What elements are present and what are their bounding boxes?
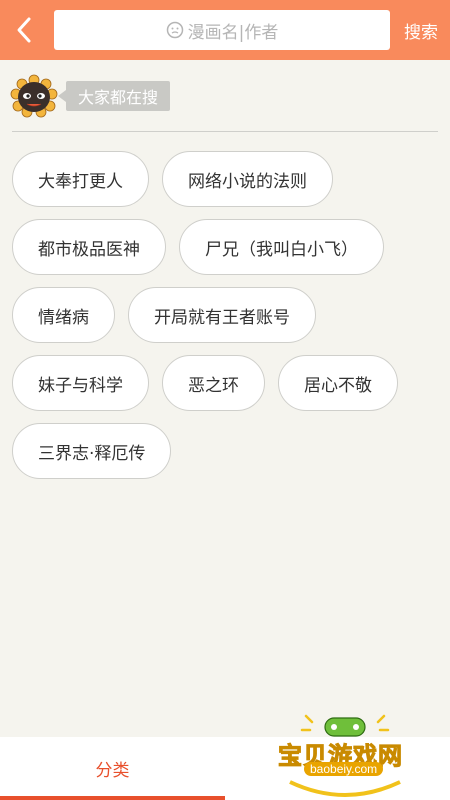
back-arrow-icon [17, 17, 31, 43]
hot-tags-list: 大奉打更人 网络小说的法则 都市极品医神 尸兄（我叫白小飞） 情绪病 开局就有王… [12, 151, 438, 479]
divider [12, 131, 438, 132]
hot-tag[interactable]: 都市极品医神 [12, 219, 166, 275]
hot-tag[interactable]: 开局就有王者账号 [128, 287, 316, 343]
hot-tag[interactable]: 大奉打更人 [12, 151, 149, 207]
hot-search-header: 大家都在搜 [10, 74, 440, 118]
mascot-icon [10, 74, 58, 118]
hot-tag[interactable]: 情绪病 [12, 287, 115, 343]
top-bar: 漫画名|作者 搜索 [0, 0, 450, 60]
hot-tag[interactable]: 网络小说的法则 [162, 151, 333, 207]
search-button[interactable]: 搜索 [404, 0, 438, 60]
bottom-nav: 分类 [0, 737, 450, 800]
hot-tag[interactable]: 三界志·释厄传 [12, 423, 172, 479]
search-input[interactable] [54, 10, 390, 50]
hot-tag[interactable]: 尸兄（我叫白小飞） [179, 219, 384, 275]
search-box[interactable]: 漫画名|作者 [54, 10, 390, 50]
hot-search-label: 大家都在搜 [57, 81, 171, 111]
nav-tab-category[interactable]: 分类 [0, 737, 225, 800]
hot-tag[interactable]: 恶之环 [162, 355, 265, 411]
hot-tag[interactable]: 妹子与科学 [12, 355, 149, 411]
hot-tag[interactable]: 居心不敬 [278, 355, 398, 411]
back-button[interactable] [0, 0, 48, 60]
nav-tab-second[interactable] [225, 737, 450, 800]
